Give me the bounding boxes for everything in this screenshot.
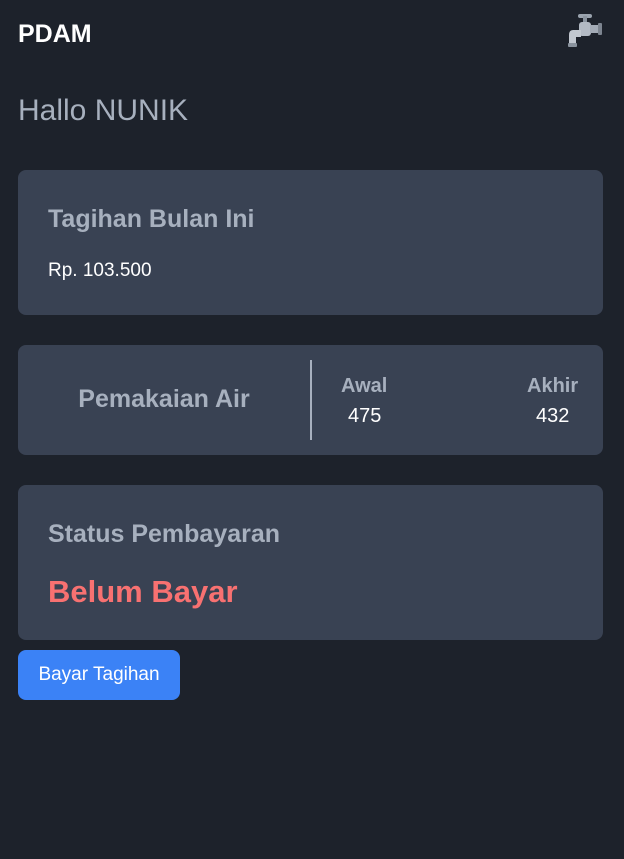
monthly-bill-card: Tagihan Bulan Ini Rp. 103.500: [18, 170, 603, 315]
meter-end-label: Akhir: [527, 375, 579, 397]
page: PDAM Hallo NUNIK Tagihan Bulan Ini Rp. 1…: [0, 0, 624, 859]
meter-end-value: 432: [536, 405, 570, 427]
brand-title[interactable]: PDAM: [18, 18, 92, 50]
payment-status-value: Belum Bayar: [48, 574, 238, 609]
usage-label: Pemakaian Air: [78, 385, 250, 413]
pay-bill-button[interactable]: Bayar Tagihan: [18, 650, 180, 700]
bill-title: Tagihan Bulan Ini: [48, 205, 255, 233]
water-tap-icon[interactable]: [566, 12, 604, 52]
top-bar: PDAM: [0, 0, 624, 66]
payment-status-title: Status Pembayaran: [48, 520, 281, 548]
greeting-text: Hallo NUNIK: [18, 94, 189, 127]
meter-start-label: Awal: [341, 375, 388, 397]
water-usage-card: Pemakaian Air Awal 475 Akhir 432: [18, 345, 603, 455]
divider: [310, 360, 312, 440]
bill-amount: Rp. 103.500: [48, 260, 152, 281]
payment-status-card: Status Pembayaran Belum Bayar: [18, 485, 603, 640]
meter-start-value: 475: [348, 405, 382, 427]
